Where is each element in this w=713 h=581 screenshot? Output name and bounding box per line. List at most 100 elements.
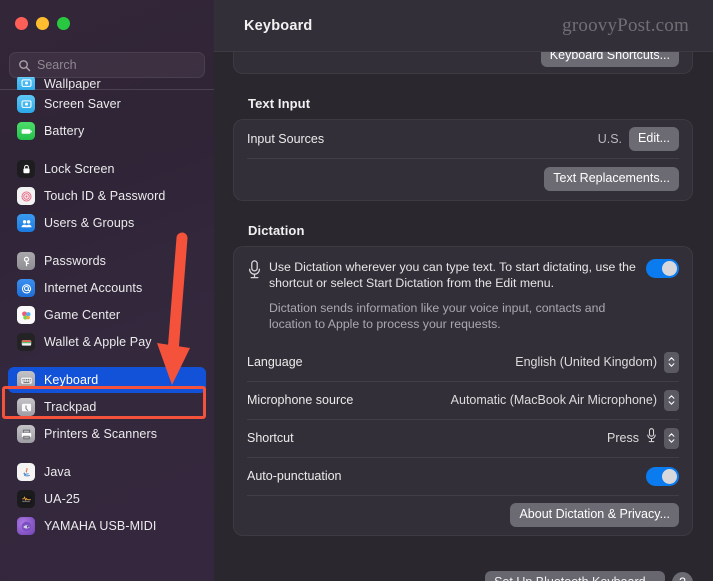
sidebar-item-label: Wallet & Apple Pay [44, 335, 152, 349]
row-label: Shortcut [247, 431, 294, 445]
text-replacements-button[interactable]: Text Replacements... [544, 167, 679, 191]
chevron-up-icon [668, 433, 675, 437]
row-value: Automatic (MacBook Air Microphone) [450, 393, 657, 407]
sidebar-item-ua-25[interactable]: UA-25 [8, 486, 206, 512]
sidebar-scroll-area[interactable]: Wallpaper Screen Saver Battery Lock Screen T… [0, 77, 214, 581]
sidebar: Search Wallpaper Screen Saver Battery Lock … [0, 0, 214, 581]
fingerprint-icon [17, 187, 35, 205]
search-field[interactable]: Search [9, 52, 205, 78]
sidebar-item-label: Internet Accounts [44, 281, 143, 295]
toggle-knob [662, 261, 677, 276]
sidebar-nav-list: Wallpaper Screen Saver Battery Lock Screen T… [0, 77, 214, 539]
bottom-action-strip: Set Up Bluetooth Keyboard... ? [233, 570, 693, 581]
sidebar-item-trackpad[interactable]: Trackpad [8, 394, 206, 420]
dictation-description-row: Use Dictation wherever you can type text… [234, 247, 692, 343]
sidebar-item-wallet-apple-pay[interactable]: Wallet & Apple Pay [8, 329, 206, 355]
sidebar-item-screen-saver[interactable]: Screen Saver [8, 91, 206, 117]
sidebar-item-label: Battery [44, 124, 85, 138]
settings-content: Keyboard Shortcuts... Text Input Input S… [214, 51, 713, 581]
auto-punctuation-toggle[interactable] [646, 466, 679, 486]
text-input-section-title: Text Input [248, 96, 311, 111]
dictation-privacy-row: About Dictation & Privacy... [234, 495, 692, 535]
search-icon [19, 59, 31, 71]
sidebar-item-label: Screen Saver [44, 97, 121, 111]
sidebar-item-passwords[interactable]: Passwords [8, 248, 206, 274]
dictation-row-language[interactable]: Language English (United Kingdom) [234, 343, 692, 381]
dictation-description-primary: Use Dictation wherever you can type text… [269, 260, 636, 290]
battery-icon [17, 122, 35, 140]
sidebar-item-keyboard[interactable]: Keyboard [8, 367, 206, 393]
sidebar-item-printers-scanners[interactable]: Printers & Scanners [8, 421, 206, 447]
sidebar-item-label: Game Center [44, 308, 121, 322]
watermark: groovyPost.com [562, 15, 689, 36]
row-value: English (United Kingdom) [515, 355, 657, 369]
dictation-enable-toggle[interactable] [646, 259, 679, 278]
minimize-button[interactable] [36, 17, 49, 30]
toggle-knob [662, 468, 677, 484]
dictation-card: Use Dictation wherever you can type text… [233, 246, 693, 536]
row-label: Auto-punctuation [247, 469, 342, 483]
system-settings-window: Search Wallpaper Screen Saver Battery Lock … [0, 0, 713, 581]
close-button[interactable] [15, 17, 28, 30]
sidebar-item-label: Printers & Scanners [44, 427, 158, 441]
sidebar-item-label: Keyboard [44, 373, 99, 387]
java-icon [17, 463, 35, 481]
sidebar-item-battery[interactable]: Battery [8, 118, 206, 144]
sidebar-item-internet-accounts[interactable]: Internet Accounts [8, 275, 206, 301]
popup-stepper-control[interactable] [664, 351, 679, 373]
lock-icon [17, 160, 35, 178]
dictation-rows: Language English (United Kingdom) Micropho… [234, 343, 692, 495]
main-panel: Keyboard groovyPost.com Keyboard Shortcu… [214, 0, 713, 581]
yamaha-icon [17, 517, 35, 535]
input-sources-label: Input Sources [247, 132, 325, 146]
text-replacements-row: Text Replacements... [234, 158, 692, 200]
wallpaper-icon [17, 77, 35, 90]
dictation-description-secondary: Dictation sends information like your vo… [269, 301, 606, 331]
chevron-up-icon [668, 395, 675, 399]
input-sources-row[interactable]: Input Sources U.S. Edit... [234, 120, 692, 158]
text-input-card: Input Sources U.S. Edit... Text Replacem… [233, 119, 693, 201]
at-sign-icon [17, 279, 35, 297]
input-sources-value: U.S. [597, 132, 623, 146]
printer-icon [17, 425, 35, 443]
popup-stepper-control[interactable] [664, 427, 679, 449]
keyboard-shortcuts-row: Keyboard Shortcuts... [234, 51, 692, 73]
sidebar-item-lock-screen[interactable]: Lock Screen [8, 156, 206, 182]
sidebar-item-label: Trackpad [44, 400, 97, 414]
dictation-row-shortcut[interactable]: Shortcut Press [234, 419, 692, 457]
sidebar-item-java[interactable]: Java [8, 459, 206, 485]
sidebar-item-wallpaper[interactable]: Wallpaper [8, 77, 206, 90]
sidebar-item-users-groups[interactable]: Users & Groups [8, 210, 206, 236]
about-dictation-privacy-button[interactable]: About Dictation & Privacy... [510, 503, 679, 527]
sidebar-item-label: YAMAHA USB-MIDI [44, 519, 157, 533]
screen-saver-icon [17, 95, 35, 113]
sidebar-item-label: Wallpaper [44, 77, 101, 90]
window-traffic-lights [15, 17, 70, 30]
chevron-down-icon [668, 363, 675, 367]
microphone-icon-wrap [247, 259, 269, 332]
sidebar-item-game-center[interactable]: Game Center [8, 302, 206, 328]
users-icon [17, 214, 35, 232]
sidebar-item-touch-id-password[interactable]: Touch ID & Password [8, 183, 206, 209]
setup-bluetooth-keyboard-button[interactable]: Set Up Bluetooth Keyboard... [485, 570, 665, 581]
keyboard-icon [17, 371, 35, 389]
keyboard-shortcuts-button[interactable]: Keyboard Shortcuts... [540, 51, 679, 68]
input-sources-edit-button[interactable]: Edit... [629, 127, 679, 151]
dictation-row-microphone-source[interactable]: Microphone source Automatic (MacBook Air … [234, 381, 692, 419]
page-title: Keyboard [244, 17, 313, 34]
dictation-row-auto-punctuation[interactable]: Auto-punctuation [234, 457, 692, 495]
sidebar-item-label: Touch ID & Password [44, 189, 166, 203]
sidebar-item-yamaha-usb-midi[interactable]: YAMAHA USB-MIDI [8, 513, 206, 539]
row-label: Microphone source [247, 393, 354, 407]
ua25-icon [17, 490, 35, 508]
main-header: Keyboard groovyPost.com [214, 0, 713, 52]
help-button[interactable]: ? [672, 571, 693, 581]
game-center-icon [17, 306, 35, 324]
popup-stepper-control[interactable] [664, 389, 679, 411]
maximize-button[interactable] [57, 17, 70, 30]
wallet-icon [17, 333, 35, 351]
sidebar-item-label: UA-25 [44, 492, 80, 506]
